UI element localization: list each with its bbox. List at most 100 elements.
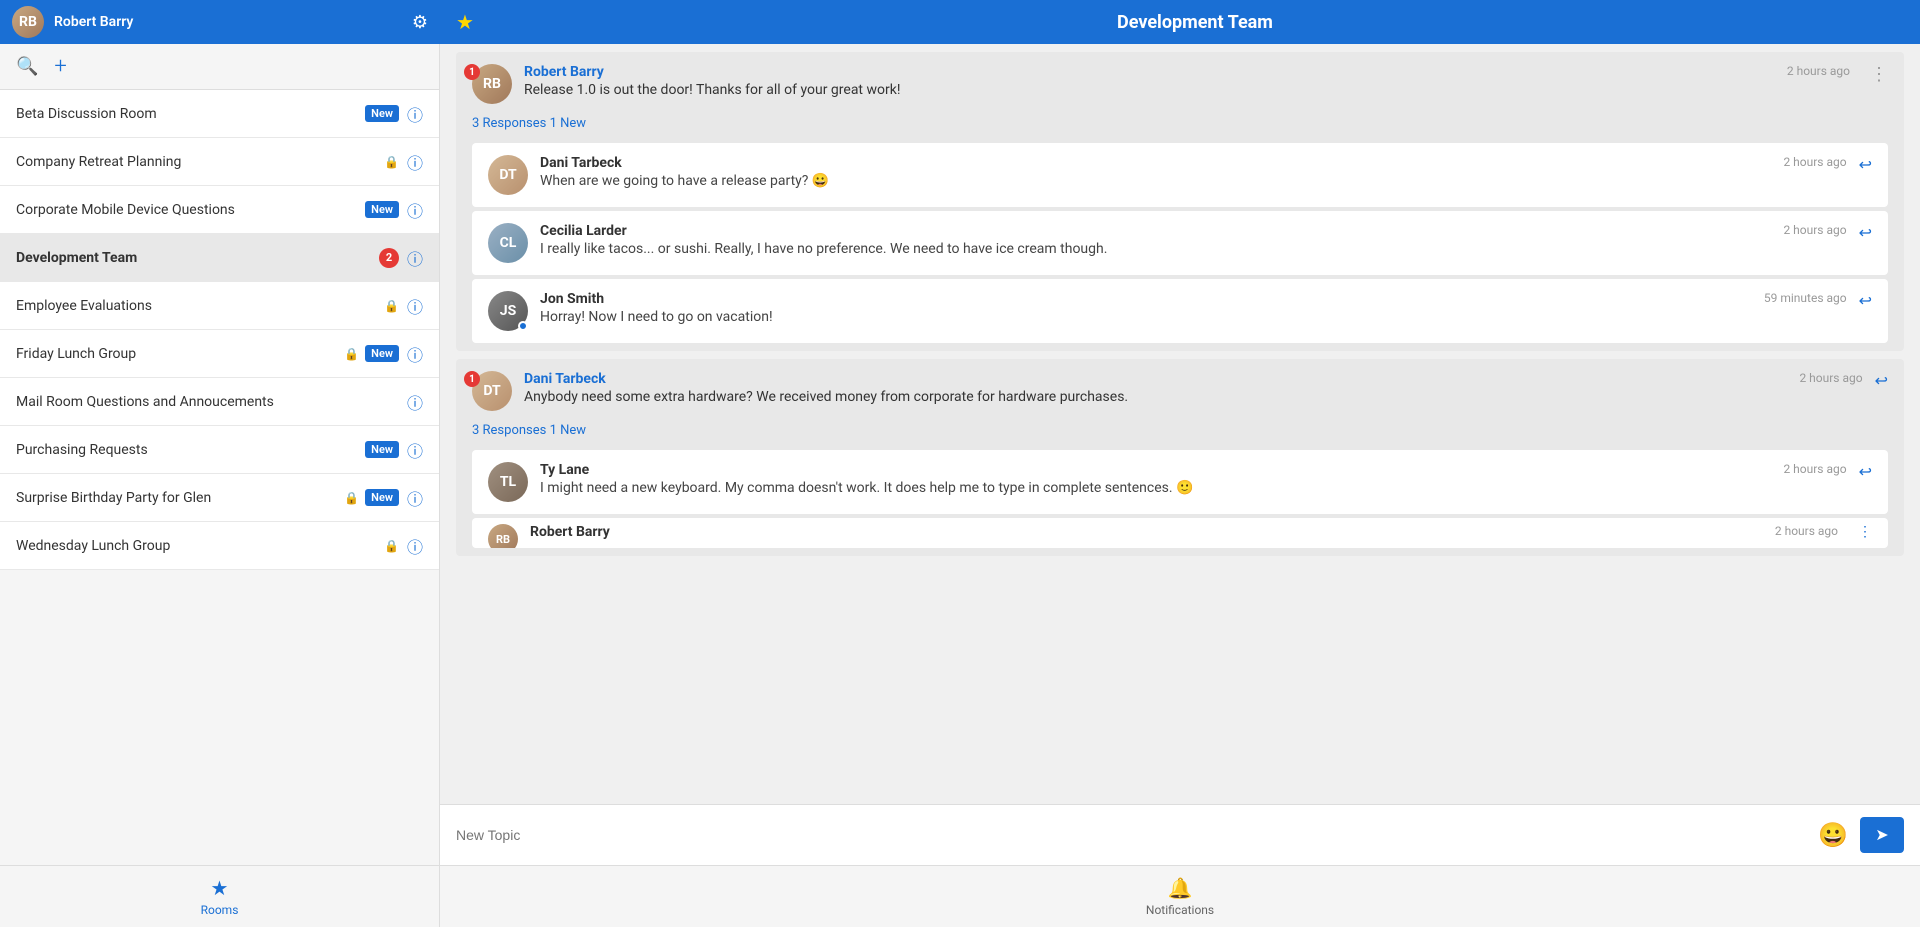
reply-timestamp: 2 hours ago (1783, 223, 1846, 237)
reply-timestamp: 59 minutes ago (1764, 291, 1847, 305)
reply-avatar-rb: RB (488, 524, 518, 548)
reply-icon[interactable]: ↩ (1859, 155, 1872, 174)
sidebar-item-employee-evaluations[interactable]: Employee Evaluations 🔒 ⓘ (0, 282, 439, 330)
sidebar-item-label: Purchasing Requests (16, 442, 359, 458)
reply-icon[interactable]: ↩ (1859, 291, 1872, 310)
sidebar-item-label: Company Retreat Planning (16, 154, 380, 170)
rooms-nav-item[interactable]: ★ Rooms (0, 866, 439, 927)
reply-avatar-dani: DT (488, 155, 528, 195)
sidebar-item-mail-room[interactable]: Mail Room Questions and Annoucements ⓘ (0, 378, 439, 426)
sidebar-item-label: Corporate Mobile Device Questions (16, 202, 359, 218)
lock-icon: 🔒 (344, 491, 359, 505)
reply-timestamp: 2 hours ago (1783, 462, 1846, 476)
add-room-icon[interactable]: + (54, 54, 66, 79)
reply-dani-1: DT Dani Tarbeck When are we going to hav… (472, 143, 1888, 207)
user-name: Robert Barry (54, 14, 402, 30)
new-badge: New (365, 345, 399, 362)
thread-2: 1 DT Dani Tarbeck Anybody need some extr… (456, 359, 1904, 556)
info-icon[interactable]: ⓘ (407, 102, 423, 126)
info-icon[interactable]: ⓘ (407, 294, 423, 318)
unread-badge: 2 (379, 248, 399, 268)
reply-thread-icon[interactable]: ↩ (1875, 371, 1888, 390)
thread-responses-2[interactable]: 3 Responses 1 New (456, 419, 1904, 446)
reply-author: Jon Smith (540, 291, 1752, 307)
reply-text: I really like tacos... or sushi. Really,… (540, 241, 1771, 257)
rooms-label: Rooms (201, 903, 239, 917)
lock-icon: 🔒 (384, 155, 399, 169)
reply-jon: JS Jon Smith Horray! Now I need to go on… (472, 279, 1888, 343)
sidebar-item-purchasing[interactable]: Purchasing Requests New ⓘ (0, 426, 439, 474)
info-icon[interactable]: ⓘ (407, 198, 423, 222)
sidebar-item-label: Friday Lunch Group (16, 346, 340, 362)
new-badge: New (365, 105, 399, 122)
chat-messages: 1 RB Robert Barry Release 1.0 is out the… (440, 44, 1920, 804)
info-icon[interactable]: ⓘ (407, 438, 423, 462)
top-header: RB Robert Barry ⚙ ★ Development Team (0, 0, 1920, 44)
send-button[interactable]: ➤ (1860, 817, 1904, 853)
info-icon[interactable]: ⓘ (407, 534, 423, 558)
thread-author-1: Robert Barry (524, 64, 1775, 80)
sidebar-item-wednesday-lunch[interactable]: Wednesday Lunch Group 🔒 ⓘ (0, 522, 439, 570)
lock-icon: 🔒 (344, 347, 359, 361)
thread-responses-1[interactable]: 3 Responses 1 New (456, 112, 1904, 139)
thread-text-2: Anybody need some extra hardware? We rec… (524, 389, 1787, 405)
thread-content-2: Dani Tarbeck Anybody need some extra har… (524, 371, 1787, 405)
reply-ty: TL Ty Lane I might need a new keyboard. … (472, 450, 1888, 514)
main-layout: 🔍 + Beta Discussion Room New ⓘ Company R… (0, 44, 1920, 927)
chat-bottom-nav: 🔔 Notifications (440, 865, 1920, 927)
thread-text-1: Release 1.0 is out the door! Thanks for … (524, 82, 1775, 98)
reply-author: Robert Barry (530, 524, 1763, 540)
info-icon[interactable]: ⓘ (407, 246, 423, 270)
thread-header-2: 1 DT Dani Tarbeck Anybody need some extr… (456, 359, 1904, 419)
reply-timestamp: 2 hours ago (1775, 524, 1838, 538)
sidebar-item-development-team[interactable]: Development Team 2 ⓘ (0, 234, 439, 282)
notifications-nav-item[interactable]: 🔔 Notifications (440, 866, 1920, 927)
reply-author: Dani Tarbeck (540, 155, 1771, 171)
reply-author: Cecilia Larder (540, 223, 1771, 239)
new-badge: New (365, 441, 399, 458)
sidebar-item-corporate-mobile[interactable]: Corporate Mobile Device Questions New ⓘ (0, 186, 439, 234)
search-icon[interactable]: 🔍 (16, 56, 38, 77)
sidebar-item-friday-lunch[interactable]: Friday Lunch Group 🔒 New ⓘ (0, 330, 439, 378)
star-icon[interactable]: ★ (456, 10, 474, 34)
reply-avatar-cecilia: CL (488, 223, 528, 263)
notifications-label: Notifications (1146, 903, 1214, 917)
thread-timestamp-2: 2 hours ago (1799, 371, 1862, 385)
thread-timestamp-1: 2 hours ago (1787, 64, 1850, 78)
reply-icon[interactable]: ↩ (1859, 462, 1872, 481)
reply-text: I might need a new keyboard. My comma do… (540, 480, 1771, 496)
sidebar-bottom-nav: ★ Rooms (0, 865, 439, 927)
thread-1: 1 RB Robert Barry Release 1.0 is out the… (456, 52, 1904, 351)
header-left: RB Robert Barry ⚙ (0, 6, 440, 38)
sidebar-item-surprise-bday[interactable]: Surprise Birthday Party for Glen 🔒 New ⓘ (0, 474, 439, 522)
emoji-icon[interactable]: 😀 (1818, 821, 1848, 849)
thread-badge-1: 1 (464, 64, 480, 80)
reply-icon[interactable]: ↩ (1859, 223, 1872, 242)
reply-rb-partial: RB Robert Barry 2 hours ago ⋮ (472, 518, 1888, 548)
reply-text: When are we going to have a release part… (540, 173, 1771, 189)
new-badge: New (365, 489, 399, 506)
sidebar-item-label: Employee Evaluations (16, 298, 380, 314)
thread-author-2: Dani Tarbeck (524, 371, 1787, 387)
lock-icon: 🔒 (384, 539, 399, 553)
info-icon[interactable]: ⓘ (407, 342, 423, 366)
sidebar-item-label: Wednesday Lunch Group (16, 538, 380, 554)
thread-badge-2: 1 (464, 371, 480, 387)
reply-timestamp: 2 hours ago (1783, 155, 1846, 169)
sidebar: 🔍 + Beta Discussion Room New ⓘ Company R… (0, 44, 440, 927)
sidebar-item-label: Mail Room Questions and Annoucements (16, 394, 399, 410)
info-icon[interactable]: ⓘ (407, 486, 423, 510)
sidebar-item-label: Surprise Birthday Party for Glen (16, 490, 340, 506)
settings-icon[interactable]: ⚙ (412, 12, 428, 33)
info-icon[interactable]: ⓘ (407, 150, 423, 174)
sidebar-item-beta[interactable]: Beta Discussion Room New ⓘ (0, 90, 439, 138)
thread-more-icon-1[interactable]: ⋮ (1870, 64, 1888, 85)
sidebar-item-company-retreat[interactable]: Company Retreat Planning 🔒 ⓘ (0, 138, 439, 186)
reply-content-ty: Ty Lane I might need a new keyboard. My … (540, 462, 1771, 496)
notifications-icon: 🔔 (1168, 876, 1193, 900)
message-input[interactable] (456, 827, 1806, 843)
channel-title: Development Team (486, 12, 1904, 33)
new-badge: New (365, 201, 399, 218)
thread-more-icon-2[interactable]: ⋮ (1858, 524, 1872, 540)
info-icon[interactable]: ⓘ (407, 390, 423, 414)
